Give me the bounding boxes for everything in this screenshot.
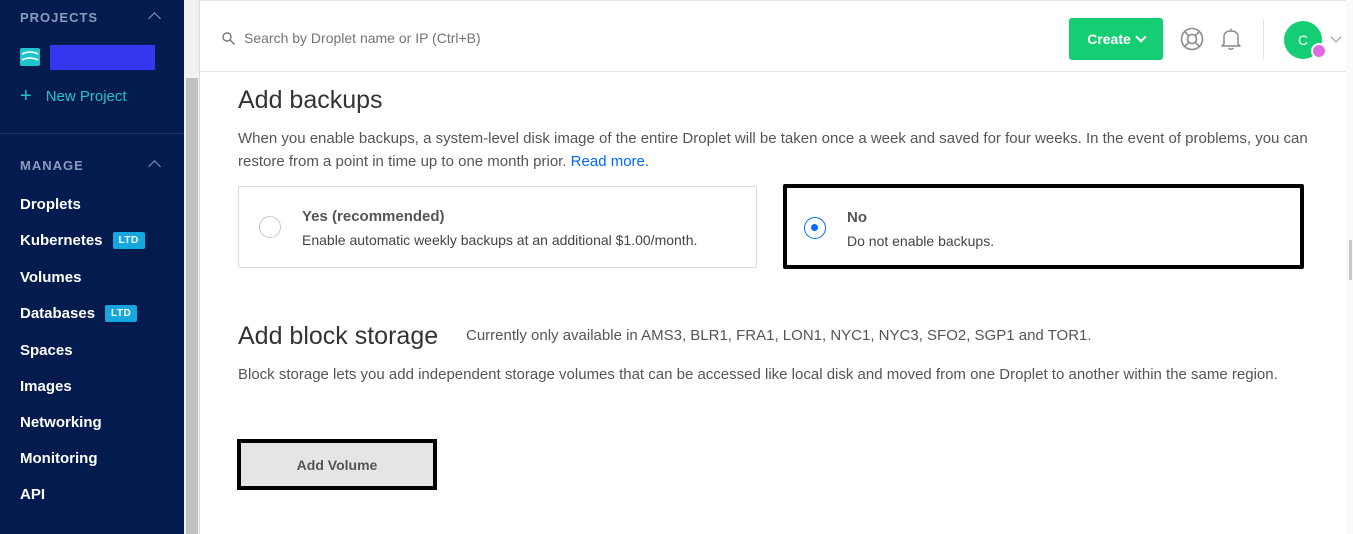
sidebar-item-kubernetes[interactable]: Kubernetes LTD (20, 232, 145, 249)
search-icon (222, 32, 235, 45)
sidebar-item-monitoring[interactable]: Monitoring (20, 450, 97, 467)
block-storage-description: Block storage lets you add independent s… (238, 366, 1278, 383)
backup-option-yes[interactable]: Yes (recommended) Enable automatic weekl… (238, 186, 757, 268)
manage-section-title: MANAGE (20, 158, 84, 173)
sidebar-scrollbar-thumb[interactable] (186, 78, 198, 534)
main-scrollbar-thumb[interactable] (1349, 240, 1352, 280)
backup-option-title: No (847, 209, 867, 226)
manage-collapse-chevron-icon[interactable] (148, 160, 161, 173)
sidebar-item-databases[interactable]: Databases LTD (20, 305, 138, 322)
sidebar-divider (0, 133, 184, 134)
backup-option-title: Yes (recommended) (302, 208, 445, 225)
sidebar-item-volumes[interactable]: Volumes (20, 269, 81, 286)
sidebar: PROJECTS + New Project MANAGE Droplets K… (0, 0, 184, 534)
project-name-redacted (50, 45, 155, 70)
create-button-label: Create (1087, 31, 1131, 47)
sidebar-item-label: Droplets (20, 196, 81, 213)
sidebar-item-label: Monitoring (20, 450, 98, 467)
projects-collapse-chevron-icon[interactable] (148, 12, 161, 25)
block-storage-availability: Currently only available in AMS3, BLR1, … (466, 327, 1092, 344)
backups-description: When you enable backups, a system-level … (238, 127, 1318, 173)
add-volume-button[interactable]: Add Volume (237, 439, 437, 490)
project-item[interactable] (20, 45, 160, 70)
sidebar-item-label: Kubernetes (20, 232, 103, 249)
project-icon (20, 48, 40, 66)
avatar-status-icon (1311, 43, 1327, 59)
sidebar-item-spaces[interactable]: Spaces (20, 342, 73, 359)
plus-icon: + (20, 85, 32, 107)
sidebar-item-api[interactable]: API (20, 486, 45, 503)
backups-description-text: When you enable backups, a system-level … (238, 130, 1308, 170)
sidebar-item-label: Networking (20, 414, 102, 431)
new-project-label: New Project (45, 87, 127, 105)
search-input[interactable] (244, 25, 744, 51)
block-storage-title: Add block storage (238, 322, 439, 350)
create-button[interactable]: Create (1069, 18, 1163, 60)
projects-section-title: PROJECTS (20, 10, 99, 25)
radio-no[interactable] (804, 217, 826, 239)
sidebar-item-label: Volumes (20, 269, 82, 286)
backup-option-desc: Do not enable backups. (847, 233, 995, 249)
help-lifebuoy-icon[interactable] (1180, 27, 1204, 51)
sidebar-item-label: Spaces (20, 342, 73, 359)
radio-yes[interactable] (259, 216, 281, 238)
backup-option-no[interactable]: No Do not enable backups. (783, 184, 1304, 269)
new-project-link[interactable]: + New Project (20, 86, 127, 106)
account-chevron-down-icon[interactable] (1330, 31, 1342, 43)
ltd-badge: LTD (112, 232, 145, 249)
sidebar-item-label: API (20, 486, 46, 503)
chevron-down-icon (1135, 31, 1147, 43)
notifications-bell-icon[interactable] (1218, 26, 1244, 52)
sidebar-item-networking[interactable]: Networking (20, 414, 102, 431)
backup-option-desc: Enable automatic weekly backups at an ad… (302, 232, 698, 248)
sidebar-item-droplets[interactable]: Droplets (20, 196, 81, 213)
ltd-badge: LTD (105, 305, 138, 322)
read-more-link[interactable]: Read more. (571, 153, 649, 170)
sidebar-item-label: Images (20, 378, 72, 395)
sidebar-item-images[interactable]: Images (20, 378, 72, 395)
sidebar-item-label: Databases (20, 305, 96, 322)
backups-title: Add backups (238, 86, 383, 114)
top-bar: Create C (200, 0, 1353, 72)
topbar-divider (1263, 19, 1264, 59)
